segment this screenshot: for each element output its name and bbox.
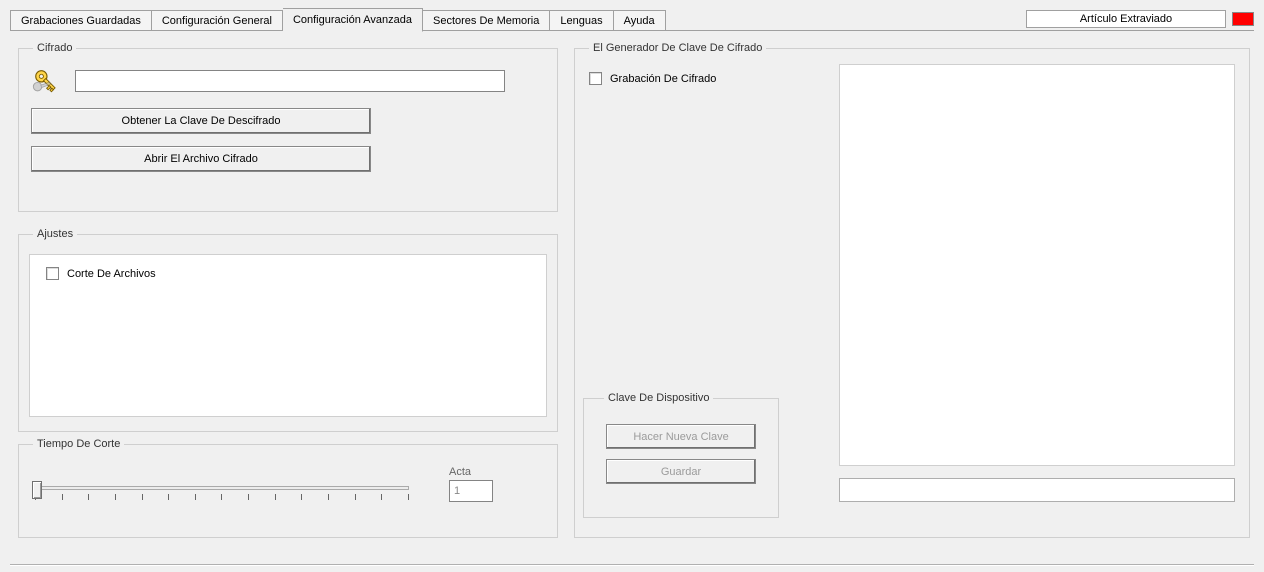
slider-ticks [35,494,409,502]
encryption-recording-checkbox[interactable]: Grabación De Cifrado [589,72,716,85]
button-label: Abrir El Archivo Cifrado [144,153,258,165]
key-output-field [839,478,1235,502]
group-key-generator: El Generador De Clave De Cifrado Grabaci… [574,42,1250,538]
checkbox-label: Corte De Archivos [67,268,156,280]
tab-label: Lenguas [560,15,602,27]
checkbox-box-icon [589,72,602,85]
tab-advanced-config[interactable]: Configuración Avanzada [283,8,423,32]
status-label: Artículo Extraviado [1026,10,1226,28]
cut-time-slider[interactable] [35,478,409,506]
settings-panel: Corte De Archivos [29,254,547,417]
status-bar: Artículo Extraviado [1026,10,1254,28]
acta-label: Acta [449,466,471,478]
group-legend: El Generador De Clave De Cifrado [589,42,766,54]
checkbox-box-icon [46,267,59,280]
tab-label: Configuración Avanzada [293,14,412,26]
checkbox-label: Grabación De Cifrado [610,73,716,85]
tab-label: Ayuda [624,15,655,27]
get-decryption-key-button[interactable]: Obtener La Clave De Descifrado [31,108,371,134]
tab-memory-sectors[interactable]: Sectores De Memoria [423,10,550,31]
group-cut-time: Tiempo De Corte Acta [18,438,558,538]
bottom-divider [10,564,1254,566]
encryption-key-input[interactable] [75,70,505,92]
group-encryption: Cifrado [18,42,558,212]
group-legend: Tiempo De Corte [33,438,124,450]
file-cut-checkbox[interactable]: Corte De Archivos [46,267,156,280]
button-label: Guardar [661,466,701,478]
key-output-panel [839,64,1235,466]
tab-saved-recordings[interactable]: Grabaciones Guardadas [10,10,152,31]
slider-thumb[interactable] [32,481,42,499]
tab-help[interactable]: Ayuda [614,10,666,31]
make-new-key-button: Hacer Nueva Clave [606,424,756,449]
open-encrypted-file-button[interactable]: Abrir El Archivo Cifrado [31,146,371,172]
tab-label: Grabaciones Guardadas [21,15,141,27]
group-device-key: Clave De Dispositivo Hacer Nueva Clave G… [583,392,779,518]
tab-languages[interactable]: Lenguas [550,10,613,31]
slider-track [35,486,409,490]
save-key-button: Guardar [606,459,756,484]
acta-value-field [449,480,493,502]
tab-general-config[interactable]: Configuración General [152,10,283,31]
tab-bar: Grabaciones Guardadas Configuración Gene… [10,8,666,30]
tab-label: Configuración General [162,15,272,27]
group-legend: Cifrado [33,42,76,54]
button-label: Obtener La Clave De Descifrado [122,115,281,127]
tab-label: Sectores De Memoria [433,15,539,27]
status-color-swatch [1232,12,1254,26]
group-settings: Ajustes Corte De Archivos [18,228,558,432]
group-legend: Ajustes [33,228,77,240]
group-legend: Clave De Dispositivo [604,392,713,404]
key-icon [31,66,61,96]
button-label: Hacer Nueva Clave [633,431,728,443]
